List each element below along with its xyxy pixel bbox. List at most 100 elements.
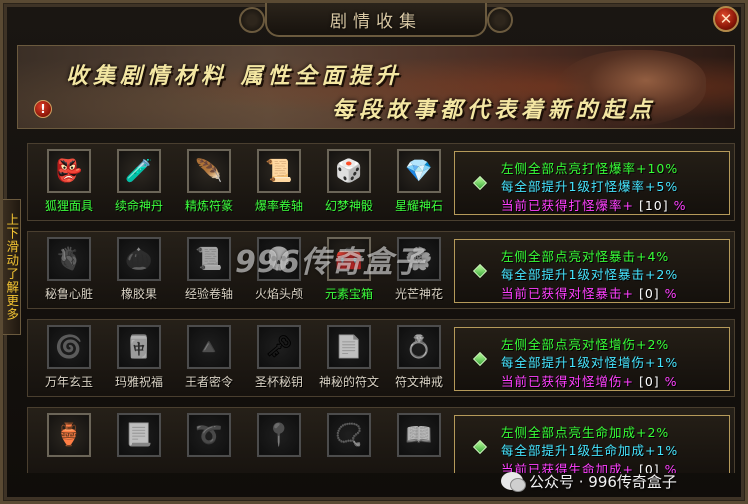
- bonus-current-suffix: %: [664, 462, 678, 473]
- bonus-panel: 左侧全部点亮生命加成+2% 每全部提升1级生命加成+1% 当前已获得生命加成+ [0…: [454, 415, 730, 473]
- item-label: 玛雅祝福: [114, 375, 163, 389]
- collection-item[interactable]: 🫀 秘鲁心脏: [34, 237, 104, 309]
- item-label: 经验卷轴: [184, 287, 233, 301]
- book-icon: 📖: [397, 413, 441, 457]
- crystal-icon: 💎: [397, 149, 441, 193]
- gem-icon: [472, 439, 488, 455]
- maya-tile-icon: 🀄: [117, 325, 161, 369]
- gem-icon: [472, 263, 488, 279]
- bonus-current-value: [0]: [638, 462, 660, 473]
- bonus-all-lit-text: 左侧全部点亮打怪爆率+10%: [501, 161, 679, 176]
- banner-slogan-1: 收集剧情材料 属性全面提升: [66, 64, 403, 89]
- wechat-icon: [501, 472, 526, 492]
- bonus-panel: 左侧全部点亮对怪增伤+2% 每全部提升1级对怪增伤+1% 当前已获得对怪增伤+ [0…: [454, 327, 730, 391]
- item-label: 爆率卷轴: [254, 199, 303, 213]
- collection-item[interactable]: 🎲 幻梦神骰: [314, 149, 384, 221]
- gourd-icon: 🏺: [47, 413, 91, 457]
- fox-mask-icon: 👺: [47, 149, 91, 193]
- collection-item[interactable]: ➰: [174, 413, 244, 473]
- collection-item[interactable]: 💀 火焰头颅: [244, 237, 314, 309]
- bonus-per-level-text: 每全部提升1级对怪暴击+2%: [501, 267, 679, 282]
- collection-item[interactable]: 📄 神秘的符文: [314, 325, 384, 397]
- scroll-hint-label: 上下滑动了解更多: [4, 213, 20, 321]
- collection-row: 🌀 万年玄玉 🀄 玛雅祝福 🔺 王者密令 🗝 圣杯秘钥 📄 神秘的符文 💍 符文神戒 左侧全部点亮对怪增…: [27, 319, 735, 397]
- collection-item[interactable]: 🧰 元素宝箱: [314, 237, 384, 309]
- story-banner: 收集剧情材料 属性全面提升 每段故事都代表着新的起点 !: [17, 45, 735, 129]
- collection-item[interactable]: 🌀 万年玄玉: [34, 325, 104, 397]
- item-label: 圣杯秘钥: [254, 375, 303, 389]
- bonus-current-value: [10]: [638, 198, 669, 213]
- bonus-per-level-text: 每全部提升1级生命加成+1%: [501, 443, 679, 458]
- title-plate: 剧情收集: [265, 3, 487, 37]
- collection-item[interactable]: 🌸 光芒神花: [384, 237, 454, 309]
- item-label: 万年玄玉: [44, 375, 93, 389]
- item-label: 火焰头颅: [254, 287, 303, 301]
- window-title: 剧情收集: [330, 11, 422, 32]
- bonus-current-value: [0]: [638, 374, 660, 389]
- jade-icon: 🌀: [47, 325, 91, 369]
- potion-icon: 🧪: [117, 149, 161, 193]
- item-label: 光芒神花: [394, 287, 443, 301]
- bonus-current-suffix: %: [664, 286, 678, 301]
- needle-icon: 📍: [257, 413, 301, 457]
- treasure-chest-icon: 🧰: [327, 237, 371, 281]
- bonus-current-prefix: 当前已获得打怪爆率+: [501, 198, 634, 213]
- close-icon: ✕: [719, 10, 733, 28]
- scroll-hint-tab[interactable]: 上下滑动了解更多: [3, 199, 21, 335]
- gem-icon: [472, 351, 488, 367]
- collection-rows: 👺 狐狸面具 🧪 续命神丹 🪶 精炼符篆 📜 爆率卷轴 🎲 幻梦神骰 💎 星耀神石 左侧全部点亮打怪爆率…: [27, 143, 735, 473]
- collection-item[interactable]: 📖: [384, 413, 454, 473]
- collection-row: 🏺 📃 ➰ 📍 📿 📖 左侧全部点亮生命加成+2% 每全部提升1级生命加成+1% 当前已获得生命…: [27, 407, 735, 473]
- bonus-current-text: 当前已获得打怪爆率+ [10] %: [501, 195, 687, 214]
- heart-icon: 🫀: [47, 237, 91, 281]
- amulet-icon: 📿: [327, 413, 371, 457]
- bonus-current-suffix: %: [673, 198, 687, 213]
- info-icon-glyph: !: [40, 102, 46, 116]
- collection-item[interactable]: 📃: [104, 413, 174, 473]
- collection-item[interactable]: 👺 狐狸面具: [34, 149, 104, 221]
- key-icon: 🗝: [257, 325, 301, 369]
- item-label: 幻梦神骰: [324, 199, 373, 213]
- title-ornament-right: [487, 7, 513, 33]
- collection-item[interactable]: 💎 星耀神石: [384, 149, 454, 221]
- collection-row: 🫀 秘鲁心脏 🌰 橡胶果 📜 经验卷轴 💀 火焰头颅 🧰 元素宝箱 🌸 光芒神花 左侧全部点亮对怪暴击+…: [27, 231, 735, 309]
- bonus-current-prefix: 当前已获得生命加成+: [501, 462, 634, 473]
- collection-item[interactable]: 🔺 王者密令: [174, 325, 244, 397]
- collection-item[interactable]: 🗝 圣杯秘钥: [244, 325, 314, 397]
- collection-item[interactable]: 📜 爆率卷轴: [244, 149, 314, 221]
- talisman-feather-icon: 🪶: [187, 149, 231, 193]
- bonus-current-text: 当前已获得对怪增伤+ [0] %: [501, 371, 678, 390]
- info-icon[interactable]: !: [34, 100, 52, 118]
- paper-charm-icon: 📃: [117, 413, 161, 457]
- collection-item[interactable]: 📿: [314, 413, 384, 473]
- eye-pyramid-icon: 🔺: [187, 325, 231, 369]
- bonus-all-lit-text: 左侧全部点亮对怪暴击+4%: [501, 249, 670, 264]
- collection-item[interactable]: 📍: [244, 413, 314, 473]
- collection-row: 👺 狐狸面具 🧪 续命神丹 🪶 精炼符篆 📜 爆率卷轴 🎲 幻梦神骰 💎 星耀神石 左侧全部点亮打怪爆率…: [27, 143, 735, 221]
- item-label: 神秘的符文: [318, 375, 379, 389]
- collection-item[interactable]: 🌰 橡胶果: [104, 237, 174, 309]
- item-label: 星耀神石: [394, 199, 443, 213]
- item-label: 元素宝箱: [324, 287, 373, 301]
- dice-icon: 🎲: [327, 149, 371, 193]
- collection-item[interactable]: 🧪 续命神丹: [104, 149, 174, 221]
- rune-icon: 📄: [327, 325, 371, 369]
- bonus-panel: 左侧全部点亮打怪爆率+10% 每全部提升1级打怪爆率+5% 当前已获得打怪爆率+ […: [454, 151, 730, 215]
- item-label: 符文神戒: [394, 375, 443, 389]
- item-label: 狐狸面具: [44, 199, 93, 213]
- bonus-panel: 左侧全部点亮对怪暴击+4% 每全部提升1级对怪暴击+2% 当前已获得对怪暴击+ [0…: [454, 239, 730, 303]
- collection-item[interactable]: 🪶 精炼符篆: [174, 149, 244, 221]
- ring-icon: 💍: [397, 325, 441, 369]
- collection-item[interactable]: 🀄 玛雅祝福: [104, 325, 174, 397]
- item-label: 王者密令: [184, 375, 233, 389]
- close-button[interactable]: ✕: [713, 6, 739, 32]
- bonus-per-level-text: 每全部提升1级对怪增伤+1%: [501, 355, 679, 370]
- gem-icon: [472, 175, 488, 191]
- item-label: 橡胶果: [120, 287, 157, 301]
- collection-item[interactable]: 💍 符文神戒: [384, 325, 454, 397]
- item-label: 精炼符篆: [184, 199, 233, 213]
- rubber-fruit-icon: 🌰: [117, 237, 161, 281]
- bonus-current-suffix: %: [664, 374, 678, 389]
- collection-item[interactable]: 🏺: [34, 413, 104, 473]
- collection-item[interactable]: 📜 经验卷轴: [174, 237, 244, 309]
